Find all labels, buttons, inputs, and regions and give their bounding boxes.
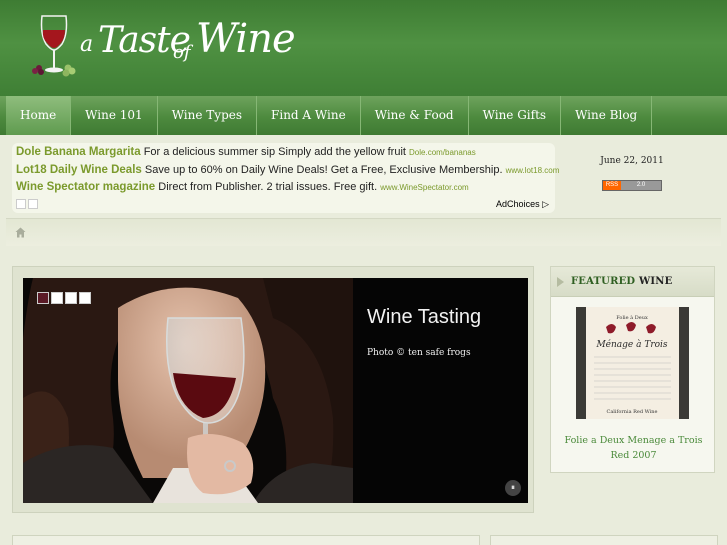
- ad-pager-dot[interactable]: [16, 199, 26, 209]
- slide-pager-dot[interactable]: [79, 292, 91, 304]
- slide[interactable]: Wine Tasting Photo © ten safe frogs ⏸: [23, 278, 528, 503]
- ad-text: Save up to 60% on Daily Wine Deals! Get …: [144, 164, 503, 176]
- slide-pager-dot[interactable]: [51, 292, 63, 304]
- pause-icon[interactable]: ⏸: [505, 480, 521, 496]
- ad-url[interactable]: www.lot18.com: [506, 166, 560, 175]
- nav-wine-gifts[interactable]: Wine Gifts: [469, 96, 562, 135]
- ad-pager: [16, 199, 38, 209]
- ad-title[interactable]: Dole Banana Margarita: [16, 146, 141, 158]
- nav-home[interactable]: Home: [6, 96, 72, 135]
- widget-title: FEATURED WINE: [571, 276, 672, 287]
- breadcrumb: [6, 218, 721, 246]
- main-nav: Home Wine 101 Wine Types Find A Wine Win…: [0, 96, 727, 135]
- wine-label-name: Ménage à Trois: [595, 339, 667, 350]
- logo-of: of: [173, 42, 191, 63]
- featured-wine-link[interactable]: Folie a Deux Menage a Trois Red 2007: [559, 433, 708, 463]
- widget-header: FEATURED WINE: [551, 267, 714, 297]
- arrow-icon: [557, 277, 564, 287]
- nav-wine-types[interactable]: Wine Types: [158, 96, 258, 135]
- ad-item[interactable]: Dole Banana Margarita For a delicious su…: [16, 146, 476, 158]
- logo-wine: Wine: [196, 16, 296, 62]
- rss-version: 2.0: [636, 182, 646, 188]
- site-logo[interactable]: a Taste of Wine: [26, 12, 316, 82]
- ad-title[interactable]: Lot18 Daily Wine Deals: [16, 164, 142, 176]
- slide-pager: [37, 292, 91, 304]
- sidebar-box: [490, 535, 718, 545]
- ad-url[interactable]: www.WineSpectator.com: [380, 183, 468, 192]
- slide-pager-dot[interactable]: [37, 292, 49, 304]
- wine-glass-icon: [32, 15, 76, 77]
- rss-badge[interactable]: RSS 2.0: [602, 180, 662, 191]
- ad-url[interactable]: Dole.com/bananas: [409, 148, 476, 157]
- nav-wine-blog[interactable]: Wine Blog: [561, 96, 653, 135]
- slide-photo: [23, 278, 353, 503]
- adchoices-link[interactable]: AdChoices ▷: [496, 199, 549, 210]
- ad-item[interactable]: Lot18 Daily Wine Deals Save up to 60% on…: [16, 164, 559, 176]
- logo-a: a: [80, 32, 94, 57]
- wine-label-bottom: California Red Wine: [607, 409, 658, 415]
- widget-title-main: FEATURED: [571, 276, 636, 287]
- nav-wine-food[interactable]: Wine & Food: [361, 96, 469, 135]
- content-box: [12, 535, 480, 545]
- featured-slider: Wine Tasting Photo © ten safe frogs ⏸: [12, 266, 534, 513]
- site-header: a Taste of Wine: [0, 0, 727, 96]
- nav-find-a-wine[interactable]: Find A Wine: [257, 96, 361, 135]
- slide-title[interactable]: Wine Tasting: [367, 306, 481, 329]
- nav-wine-101[interactable]: Wine 101: [71, 96, 158, 135]
- wine-label-image[interactable]: Folie à Deux Ménage à Trois California R…: [576, 307, 689, 419]
- ad-pager-dot[interactable]: [28, 199, 38, 209]
- home-icon[interactable]: [15, 227, 26, 238]
- wine-label-top: Folie à Deux: [616, 314, 648, 321]
- featured-wine-widget: FEATURED WINE Folie à Deux Ménage à Troi…: [550, 266, 715, 473]
- widget-title-accent: WINE: [639, 276, 673, 287]
- slide-credit: Photo © ten safe frogs: [367, 348, 471, 358]
- ad-item[interactable]: Wine Spectator magazine Direct from Publ…: [16, 181, 469, 193]
- current-date: June 22, 2011: [600, 156, 664, 166]
- rss-icon: RSS: [603, 181, 621, 190]
- ad-text: For a delicious summer sip Simply add th…: [143, 146, 406, 158]
- ad-title[interactable]: Wine Spectator magazine: [16, 181, 155, 193]
- ad-text: Direct from Publisher. 2 trial issues. F…: [158, 181, 378, 193]
- ad-block: Dole Banana Margarita For a delicious su…: [12, 143, 559, 213]
- slide-pager-dot[interactable]: [65, 292, 77, 304]
